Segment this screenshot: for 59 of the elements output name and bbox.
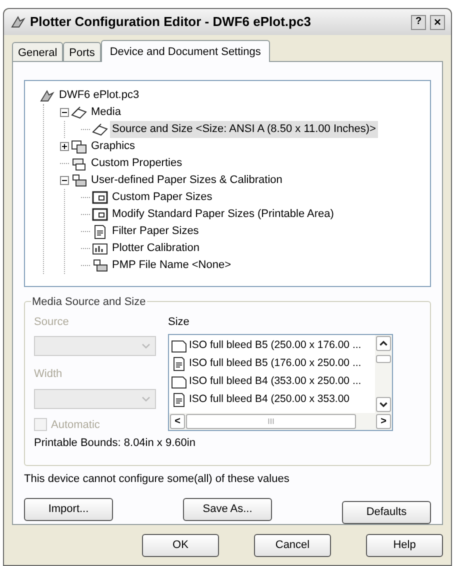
tree-item[interactable]: Graphics <box>89 138 138 155</box>
tree-item[interactable]: PMP File Name <None> <box>110 257 234 274</box>
sheet-icon <box>92 208 108 222</box>
field-label: Size <box>168 314 190 330</box>
scroll-thumb[interactable] <box>376 355 391 364</box>
scroll-down-icon[interactable] <box>376 397 391 412</box>
collapse-toggle[interactable] <box>60 176 69 185</box>
collapse-toggle[interactable] <box>60 108 69 117</box>
paper-stack-icon <box>71 106 87 120</box>
expand-toggle[interactable] <box>60 142 69 151</box>
vertical-scrollbar[interactable] <box>375 335 392 414</box>
sheet-icon <box>92 190 108 204</box>
paper-printer-icon <box>92 258 108 272</box>
checkbox-label: Automatic <box>51 418 100 433</box>
list-item[interactable]: ISO full bleed B5 (250.00 x 176.00 ... <box>171 337 375 356</box>
tree-item[interactable]: Plotter Calibration <box>110 240 202 257</box>
page-portrait-icon <box>171 357 187 372</box>
dialog-button[interactable]: Cancel <box>254 534 331 557</box>
tree-item[interactable]: Filter Paper Sizes <box>110 223 201 240</box>
tree-item[interactable]: Custom Properties <box>89 155 184 172</box>
close-button[interactable]: × <box>430 14 445 30</box>
horizontal-scrollbar[interactable]: < III > <box>169 413 392 430</box>
tab[interactable]: Ports <box>63 42 101 61</box>
tab[interactable]: Device and Document Settings <box>100 40 270 62</box>
help-button[interactable]: ? <box>411 14 426 30</box>
tab[interactable]: General <box>12 42 64 61</box>
page-landscape-icon <box>171 375 187 390</box>
field-label: Width <box>34 367 64 382</box>
dialog-button[interactable]: Help <box>366 534 443 557</box>
plotter-icon <box>10 15 26 29</box>
graphics-icon <box>71 140 87 154</box>
scroll-up-icon[interactable] <box>376 336 391 352</box>
properties-icon <box>71 156 87 170</box>
page-landscape-icon <box>171 339 187 354</box>
dialog-button[interactable]: OK <box>142 534 219 557</box>
field-label: Source <box>34 314 70 330</box>
tree-item[interactable]: Custom Paper Sizes <box>110 189 214 206</box>
document-icon <box>92 224 108 238</box>
scroll-right-button[interactable]: > <box>376 414 391 430</box>
page-portrait-icon <box>171 393 187 408</box>
plotter-icon <box>39 88 55 102</box>
tree-item[interactable]: User-defined Paper Sizes & Calibration <box>89 172 284 189</box>
dialog-button[interactable]: Save As... <box>183 498 272 521</box>
tree-item[interactable]: Media <box>89 104 123 121</box>
device-note: This device cannot configure some(all) of these values <box>24 472 290 486</box>
printable-bounds: Printable Bounds: 8.04in x 9.60in <box>34 436 196 452</box>
tree-item[interactable]: Modify Standard Paper Sizes (Printable Area) <box>110 206 336 223</box>
tree-item[interactable]: Source and Size <Size: ANSI A (8.50 x 11.00 Inches)> <box>110 121 378 138</box>
calibration-icon <box>92 242 108 256</box>
dialog-button[interactable]: Defaults <box>342 501 431 524</box>
list-item[interactable]: ISO full bleed B4 (353.00 x 250.00 ... <box>171 373 375 392</box>
list-item[interactable]: ISO full bleed B5 (176.00 x 250.00 ... <box>171 355 375 374</box>
list-item[interactable]: ISO full bleed B4 (250.00 x 353.00 <box>171 391 375 410</box>
window-title: Plotter Configuration Editor - DWF6 ePlot.pc3 <box>30 13 312 32</box>
tree-item[interactable]: DWF6 ePlot.pc3 <box>57 87 142 104</box>
scroll-left-button[interactable]: < <box>170 414 185 430</box>
paper-stack-icon <box>92 122 108 136</box>
dialog-button[interactable]: Import... <box>24 498 113 521</box>
paper-printer-icon <box>71 174 87 188</box>
